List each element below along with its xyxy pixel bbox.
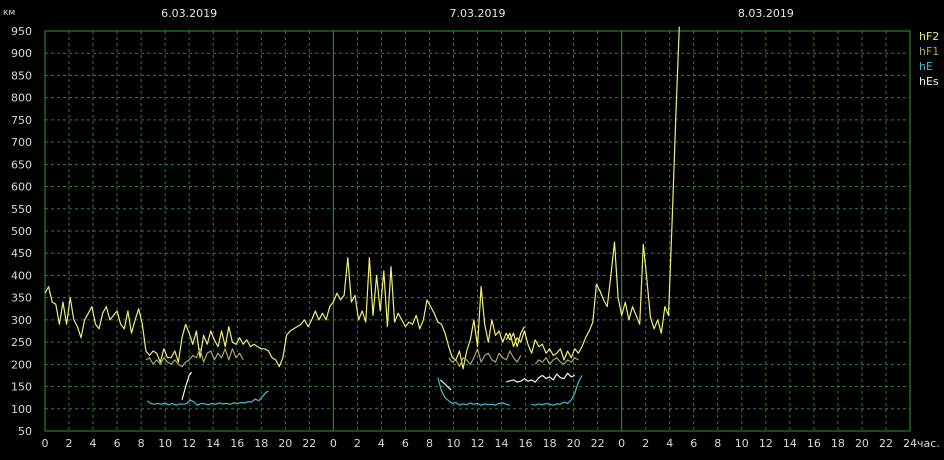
x-tick-label: 12 <box>759 437 773 450</box>
y-tick-label: 250 <box>11 336 32 349</box>
date-label: 6.03.2019 <box>161 7 217 20</box>
x-tick-label: 20 <box>855 437 869 450</box>
x-tick-label: 18 <box>831 437 845 450</box>
x-tick-label: 4 <box>90 437 97 450</box>
x-tick-label: 18 <box>254 437 268 450</box>
x-tick-label: 14 <box>783 437 797 450</box>
x-tick-label: 6 <box>690 437 697 450</box>
legend-item-hEs: hEs <box>919 75 939 88</box>
x-tick-label: 18 <box>543 437 557 450</box>
series-hEs-segment-1 <box>439 379 452 391</box>
x-tick-label: 6 <box>402 437 409 450</box>
y-tick-label: 850 <box>11 69 32 82</box>
x-tick-label: 8 <box>714 437 721 450</box>
series-hE-segment-1 <box>437 377 511 406</box>
y-tick-label: 750 <box>11 114 32 127</box>
y-tick-label: 100 <box>11 403 32 416</box>
y-axis-unit-label: км <box>3 8 15 18</box>
x-tick-label: 22 <box>302 437 316 450</box>
x-tick-label: 10 <box>735 437 749 450</box>
y-tick-label: 350 <box>11 292 32 305</box>
y-tick-label: 600 <box>11 181 32 194</box>
x-tick-labels: 0 2 4 6 8 10 12 14 16 18 20 22 0 2 4 6 8 10 12 14 16 18 20 22 0 2… <box>42 437 918 450</box>
x-tick-label: 2 <box>354 437 361 450</box>
x-tick-label: 4 <box>666 437 673 450</box>
series-hE-segment-2 <box>531 375 583 406</box>
y-tick-labels: 50 100 150 200 250 300 350 400 450 500 550 600 650 70… <box>11 25 32 438</box>
x-tick-label: 20 <box>278 437 292 450</box>
x-tick-label: 8 <box>138 437 145 450</box>
x-tick-label: 16 <box>519 437 533 450</box>
series-hE <box>146 375 583 406</box>
y-tick-label: 450 <box>11 247 32 260</box>
x-tick-label: 14 <box>206 437 220 450</box>
y-tick-label: 200 <box>11 358 32 371</box>
x-tick-label: 16 <box>807 437 821 450</box>
date-label: 8.03.2019 <box>738 7 794 20</box>
x-tick-label: 8 <box>426 437 433 450</box>
legend: hF2 hF1 hE hEs <box>919 30 939 88</box>
y-tick-label: 700 <box>11 136 32 149</box>
series-hF2 <box>44 26 680 370</box>
x-tick-label: 6 <box>114 437 121 450</box>
x-tick-label: 4 <box>378 437 385 450</box>
series-layer <box>44 26 680 406</box>
y-tick-label: 800 <box>11 92 32 105</box>
x-tick-label: 2 <box>642 437 649 450</box>
x-tick-label: 22 <box>591 437 605 450</box>
grid-layer <box>44 30 911 432</box>
series-hF2-segment-1 <box>505 26 680 361</box>
ionosphere-chart: 5010015020025030035040045050055060065070… <box>3 7 940 450</box>
y-tick-label: 150 <box>11 381 32 394</box>
x-tick-label: 12 <box>471 437 485 450</box>
x-tick-label: 0 <box>330 437 337 450</box>
y-tick-label: 900 <box>11 47 32 60</box>
x-tick-label: 24 <box>903 437 917 450</box>
y-tick-label: 500 <box>11 225 32 238</box>
x-tick-label: 20 <box>567 437 581 450</box>
legend-item-hF2: hF2 <box>919 30 939 43</box>
series-hF1-segment-0 <box>145 348 244 368</box>
legend-item-hF1: hF1 <box>919 45 939 58</box>
x-tick-label: 0 <box>42 437 49 450</box>
x-axis-unit-label: час. <box>917 437 940 450</box>
x-tick-label: 16 <box>230 437 244 450</box>
date-labels: 6.03.2019 7.03.2019 8.03.2019 <box>161 7 794 20</box>
x-tick-label: 10 <box>158 437 172 450</box>
series-hF1-segment-2 <box>534 357 579 365</box>
y-tick-label: 50 <box>18 425 32 438</box>
x-tick-label: 12 <box>182 437 196 450</box>
y-tick-label: 950 <box>11 25 32 38</box>
x-tick-label: 2 <box>66 437 73 450</box>
x-tick-label: 14 <box>495 437 509 450</box>
date-label: 7.03.2019 <box>450 7 506 20</box>
x-tick-label: 10 <box>446 437 460 450</box>
x-tick-label: 22 <box>879 437 893 450</box>
y-tick-label: 300 <box>11 314 32 327</box>
y-tick-label: 650 <box>11 158 32 171</box>
y-tick-label: 400 <box>11 269 32 282</box>
legend-item-hE: hE <box>919 60 933 73</box>
y-tick-label: 550 <box>11 203 32 216</box>
series-hEs-segment-2 <box>506 372 576 383</box>
x-tick-label: 0 <box>618 437 625 450</box>
